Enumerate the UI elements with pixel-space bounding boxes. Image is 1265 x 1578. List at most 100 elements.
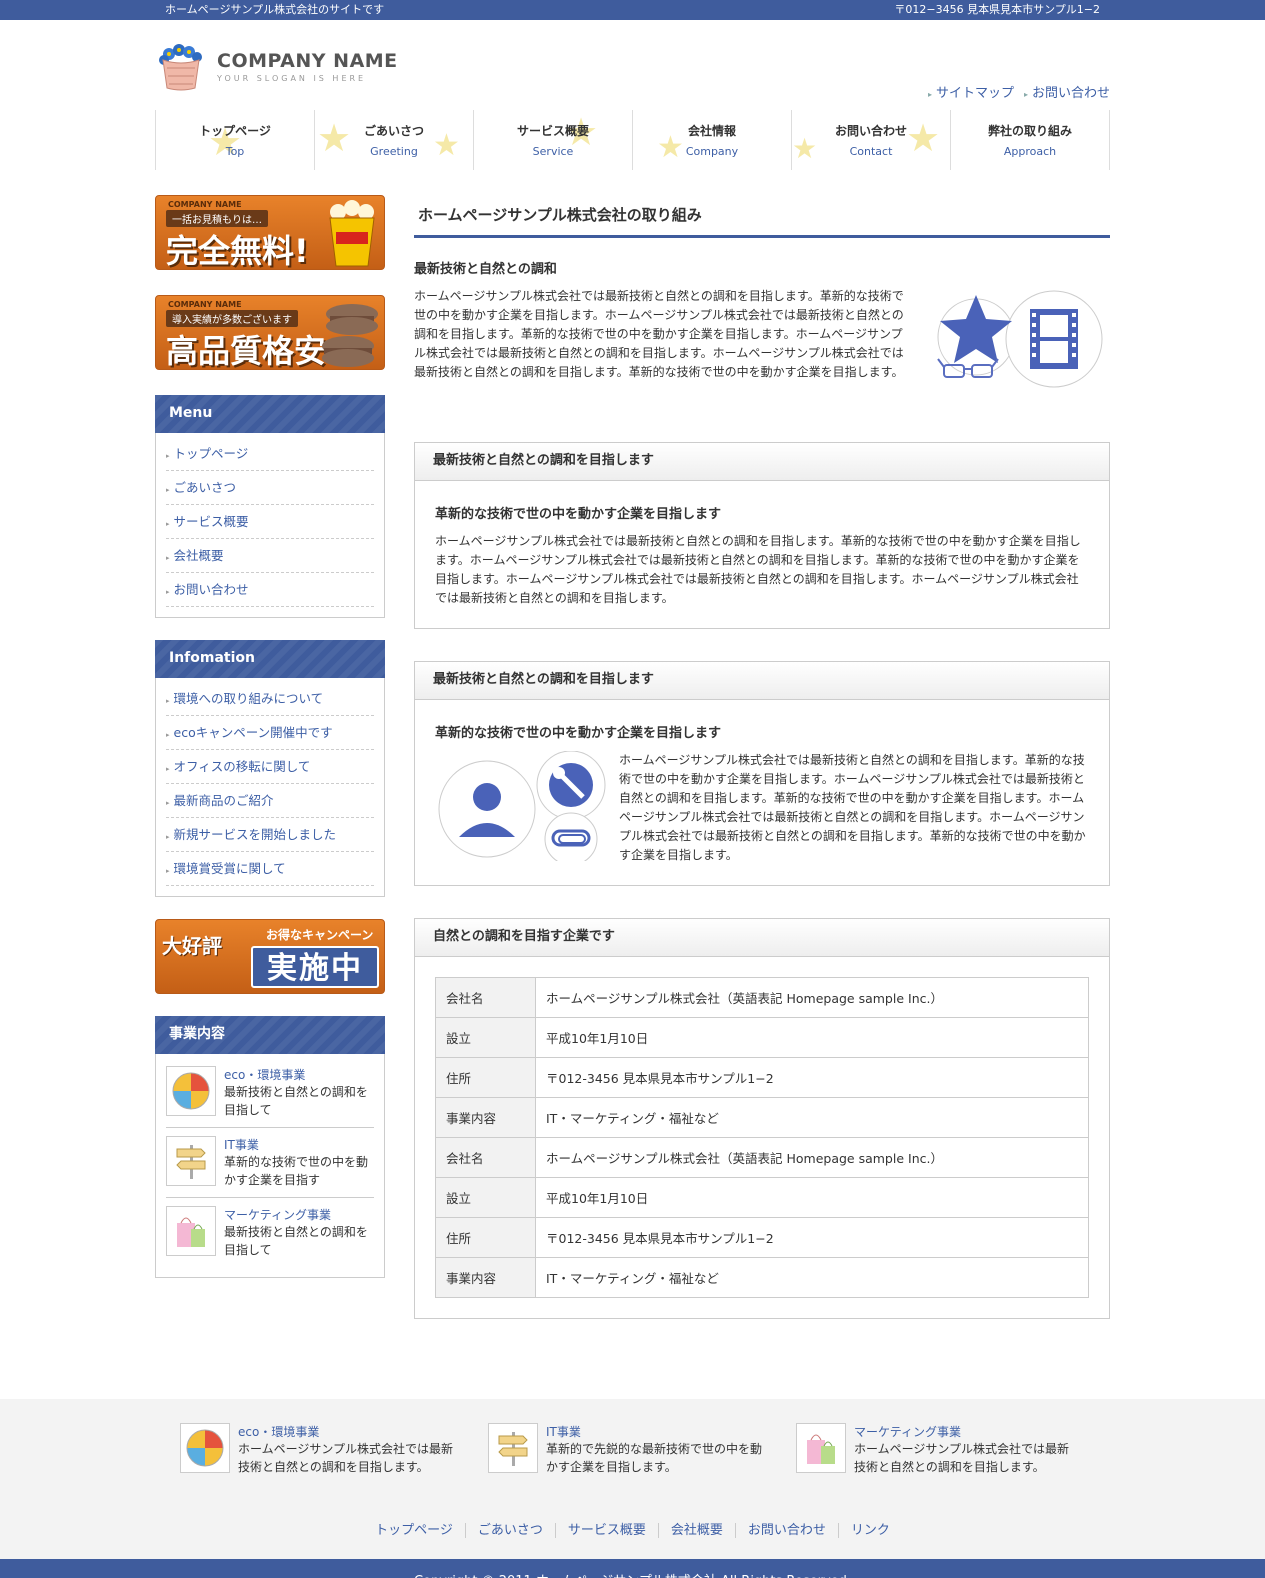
nav-service-label: サービス概要 xyxy=(516,124,589,138)
table-key: 設立 xyxy=(435,1017,536,1058)
footer-item-title[interactable]: マーケティング事業 xyxy=(854,1423,1079,1440)
signpost-icon xyxy=(488,1423,538,1473)
info-link[interactable]: 新規サービスを開始しました xyxy=(166,827,336,842)
table-row: 会社名 ホームページサンプル株式会社（英語表記 Homepage sample I… xyxy=(435,977,1089,1018)
business-item-it[interactable]: IT事業革新的な技術で世の中を動かす企業を目指す xyxy=(166,1128,374,1198)
contact-link[interactable]: お問い合わせ xyxy=(1024,86,1110,101)
info-item[interactable]: 環境賞受賞に関して xyxy=(166,852,374,886)
banner-headline: 高品質格安! xyxy=(166,332,341,370)
business-title[interactable]: マーケティング事業 xyxy=(224,1206,374,1223)
table-value: IT・マーケティング・福祉など xyxy=(535,1097,1089,1138)
business-item-marketing[interactable]: マーケティング事業最新技術と自然との調和を目指して xyxy=(166,1198,374,1267)
menu-link[interactable]: サービス概要 xyxy=(166,514,249,529)
nav-contact-label: お問い合わせ xyxy=(834,124,907,138)
menu-link[interactable]: トップページ xyxy=(166,446,248,461)
table-key: 住所 xyxy=(435,1217,536,1258)
footer-item-title[interactable]: eco・環境事業 xyxy=(238,1423,463,1440)
footer-link-contact[interactable]: お問い合わせ xyxy=(735,1523,839,1538)
footer-item-it[interactable]: IT事業革新的で先鋭的な最新技術で世の中を動かす企業を目指します。 xyxy=(463,1423,771,1476)
nav-service[interactable]: ★ サービス概要 Service xyxy=(474,110,633,170)
menu-link[interactable]: お問い合わせ xyxy=(166,582,249,597)
top-bar: ホームページサンプル株式会社のサイトです 〒012−3456 見本県見本市サンプ… xyxy=(0,0,1265,20)
site-tagline: ホームページサンプル株式会社のサイトです xyxy=(165,3,385,16)
sitemap-link[interactable]: サイトマップ xyxy=(928,86,1014,101)
info-item[interactable]: 環境への取り組みについて xyxy=(166,682,374,716)
intro-text: ホームページサンプル株式会社では最新技術と自然との調和を目指します。革新的な技術… xyxy=(414,289,904,379)
high-quality-banner[interactable]: COMPANY NAME 導入実績が多数ございます 高品質格安! xyxy=(155,295,385,370)
business-desc: 革新的な技術で世の中を動かす企業を目指す xyxy=(224,1155,369,1187)
table-row: 会社名 ホームページサンプル株式会社（英語表記 Homepage sample I… xyxy=(435,1137,1089,1178)
table-value: 〒012-3456 見本県見本市サンプル1−2 xyxy=(535,1217,1089,1258)
free-estimate-banner[interactable]: COMPANY NAME 一括お見積もりは… 完全無料! xyxy=(155,195,385,270)
table-row: 事業内容 IT・マーケティング・福祉など xyxy=(435,1097,1089,1138)
info-link[interactable]: 環境への取り組みについて xyxy=(166,691,323,706)
panel-3: 自然との調和を目指す企業です 会社名 ホームページサンプル株式会社（英語表記 Ho… xyxy=(414,918,1110,1319)
business-title[interactable]: eco・環境事業 xyxy=(224,1066,374,1083)
nav-greeting-en: Greeting xyxy=(370,145,418,158)
menu-item[interactable]: 会社概要 xyxy=(166,539,374,573)
nav-contact[interactable]: ★ ★ お問い合わせ Contact xyxy=(792,110,951,170)
footer-item-eco[interactable]: eco・環境事業ホームページサンプル株式会社では最新技術と自然との調和を目指しま… xyxy=(155,1423,463,1476)
nav-greeting-label: ごあいさつ xyxy=(363,124,424,138)
table-row: 設立 平成10年1月10日 xyxy=(435,1017,1089,1058)
footer-item-desc: 革新的で先鋭的な最新技術で世の中を動かす企業を目指します。 xyxy=(546,1442,763,1474)
nav-approach[interactable]: 弊社の取り組み Approach xyxy=(951,110,1110,170)
section-title: 最新技術と自然との調和 xyxy=(414,262,557,277)
info-item[interactable]: 新規サービスを開始しました xyxy=(166,818,374,852)
table-row: 事業内容 IT・マーケティング・福祉など xyxy=(435,1257,1089,1298)
business-desc: 最新技術と自然との調和を目指して xyxy=(224,1085,368,1117)
star-glasses-film-illustration xyxy=(926,287,1106,410)
menu-heading: Menu xyxy=(155,395,385,433)
banner-headline: 完全無料! xyxy=(166,232,309,270)
signpost-icon xyxy=(166,1136,216,1186)
footer-item-title[interactable]: IT事業 xyxy=(546,1423,771,1440)
info-link[interactable]: オフィスの移転に関して xyxy=(166,759,310,774)
info-item[interactable]: ecoキャンペーン開催中です xyxy=(166,716,374,750)
panel-2: 最新技術と自然との調和を目指します 革新的な技術で世の中を動かす企業を目指します xyxy=(414,661,1110,886)
nav-approach-en: Approach xyxy=(1003,145,1057,158)
footer-link-top[interactable]: トップページ xyxy=(363,1523,466,1538)
table-value: 〒012-3456 見本県見本市サンプル1−2 xyxy=(535,1057,1089,1098)
footer-link-company[interactable]: 会社概要 xyxy=(658,1523,736,1538)
footer-link-greeting[interactable]: ごあいさつ xyxy=(465,1523,556,1538)
menu-item[interactable]: ごあいさつ xyxy=(166,471,374,505)
info-link[interactable]: ecoキャンペーン開催中です xyxy=(166,725,333,740)
business-title[interactable]: IT事業 xyxy=(224,1136,374,1153)
info-link[interactable]: 環境賞受賞に関して xyxy=(166,861,286,876)
footer-link-service[interactable]: サービス概要 xyxy=(555,1523,659,1538)
business-desc: 最新技術と自然との調和を目指して xyxy=(224,1225,368,1257)
info-item[interactable]: オフィスの移転に関して xyxy=(166,750,374,784)
nav-greeting[interactable]: ★ ★ ごあいさつ Greeting xyxy=(315,110,474,170)
menu-item[interactable]: お問い合わせ xyxy=(166,573,374,607)
popcorn-icon xyxy=(324,200,380,269)
main-content: ホームページサンプル株式会社の取り組み 最新技術と自然との調和 ホームページサン… xyxy=(414,195,1110,1319)
menu-item[interactable]: トップページ xyxy=(166,437,374,471)
table-value: ホームページサンプル株式会社（英語表記 Homepage sample Inc.… xyxy=(535,1137,1089,1178)
footer-item-marketing[interactable]: マーケティング事業 ホームページサンプル株式会社では最新技術と自然との調和を目指し… xyxy=(771,1423,1079,1476)
nav-company-label: 会社情報 xyxy=(687,124,736,138)
logo[interactable]: COMPANY NAME YOUR SLOGAN IS HERE xyxy=(155,40,398,92)
nav-contact-en: Contact xyxy=(849,145,893,158)
campaign-banner[interactable]: 大好評 お得なキャンペーン 実施中 xyxy=(155,919,385,994)
footer-link-links[interactable]: リンク xyxy=(839,1523,902,1538)
menu-link[interactable]: 会社概要 xyxy=(166,548,224,563)
nav-company[interactable]: ★ 会社情報 Company xyxy=(633,110,792,170)
menu-link[interactable]: ごあいさつ xyxy=(166,480,236,495)
beach-ball-icon xyxy=(166,1066,216,1116)
business-item-eco[interactable]: eco・環境事業最新技術と自然との調和を目指して xyxy=(166,1058,374,1128)
nav-top[interactable]: ★ トップページ Top xyxy=(156,110,315,170)
table-key: 会社名 xyxy=(435,1137,536,1178)
nav-service-en: Service xyxy=(532,145,574,158)
campaign-popular: 大好評 xyxy=(162,934,222,958)
table-value: 平成10年1月10日 xyxy=(535,1177,1089,1218)
global-nav: ★ トップページ Top ★ ★ ごあいさつ Greeting ★ サービス概要… xyxy=(155,110,1110,170)
info-link[interactable]: 最新商品のご紹介 xyxy=(166,793,274,808)
user-tools-illustration xyxy=(435,750,615,866)
table-row: 設立 平成10年1月10日 xyxy=(435,1177,1089,1218)
info-item[interactable]: 最新商品のご紹介 xyxy=(166,784,374,818)
footer-item-desc: ホームページサンプル株式会社では最新技術と自然との調和を目指します。 xyxy=(238,1442,454,1474)
menu-item[interactable]: サービス概要 xyxy=(166,505,374,539)
menu-box: トップページ ごあいさつ サービス概要 会社概要 お問い合わせ xyxy=(155,433,385,618)
banner-company: COMPANY NAME xyxy=(168,200,242,209)
beach-ball-icon xyxy=(180,1423,230,1473)
